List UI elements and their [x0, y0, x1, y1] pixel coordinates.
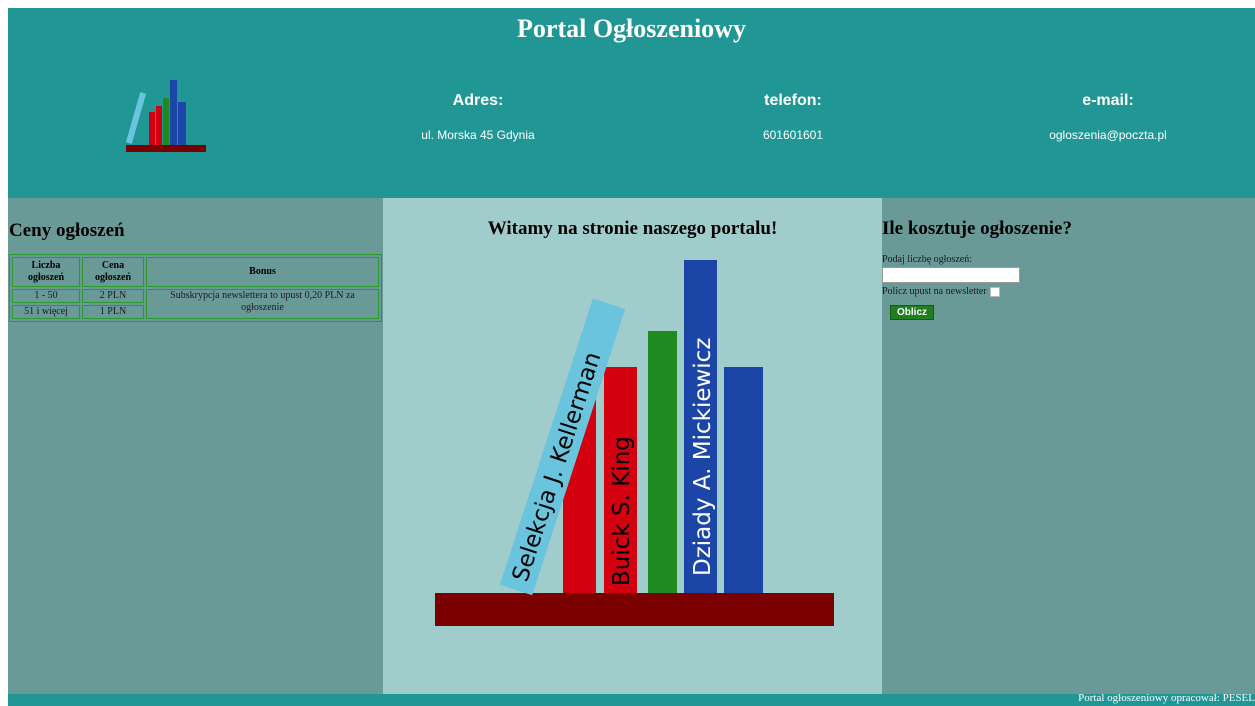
address-label: Adres: — [452, 92, 504, 109]
table-row: 1 - 50 2 PLN Subskrypcja newslettera to … — [12, 289, 379, 319]
phone-value: 601601601 — [762, 128, 824, 142]
newsletter-label: Policz upust na newsletter — [882, 286, 987, 297]
table-cell-bonus: Subskrypcja newslettera to upust 0,20 PL… — [146, 289, 379, 319]
right-column: Ile kosztuje ogłoszenie? Podaj liczbę og… — [882, 198, 1255, 694]
books-illustration: Buick S. King Dziady A. Mickiewicz Selek… — [435, 260, 834, 626]
page: Portal Ogłoszeniowy Adres: ul. Morska 45… — [8, 8, 1255, 706]
welcome-title: Witamy na stronie naszego portalu! — [487, 218, 778, 239]
table-header: Cena ogłoszeń — [82, 257, 144, 287]
contact-phone: telefon: 601601601 — [713, 92, 873, 142]
table-cell: 51 i więcej — [12, 305, 80, 319]
calculator-form: Podaj liczbę ogłoszeń: Policz upust na n… — [882, 254, 1020, 320]
book-blue-plain — [724, 367, 763, 593]
calculator-title: Ile kosztuje ogłoszenie? — [882, 218, 1072, 239]
table-cell: 1 - 50 — [12, 289, 80, 303]
book-dziady-title: Dziady A. Mickiewicz — [690, 338, 716, 576]
address-value: ul. Morska 45 Gdynia — [421, 128, 535, 142]
table-header-row: Liczba ogłoszeń Cena ogłoszeń Bonus — [12, 257, 379, 287]
count-input[interactable] — [882, 267, 1020, 283]
logo — [125, 80, 206, 152]
site-title: Portal Ogłoszeniowy — [517, 14, 746, 43]
shelf — [435, 593, 834, 626]
header: Portal Ogłoszeniowy Adres: ul. Morska 45… — [8, 8, 1255, 198]
center-column: Buick S. King Dziady A. Mickiewicz Selek… — [383, 198, 882, 694]
table-cell: 1 PLN — [82, 305, 144, 319]
contact-address: Adres: ul. Morska 45 Gdynia — [398, 92, 558, 142]
table-cell: 2 PLN — [82, 289, 144, 303]
book-buick: Buick S. King — [604, 367, 637, 593]
footer-text: Portal ogłoszeniowy opracował: PESEL — [1078, 692, 1255, 704]
contact-email: e-mail: ogloszenia@poczta.pl — [1008, 92, 1208, 142]
left-column: Ceny ogłoszeń Liczba ogłoszeń Cena ogłos… — [8, 198, 383, 694]
phone-label: telefon: — [764, 92, 822, 109]
prices-title: Ceny ogłoszeń — [9, 220, 125, 241]
newsletter-row: Policz upust na newsletter — [882, 286, 1020, 297]
table-header: Liczba ogłoszeń — [12, 257, 80, 287]
newsletter-checkbox[interactable] — [989, 286, 1000, 297]
book-green — [648, 331, 677, 593]
calculate-button[interactable]: Oblicz — [890, 305, 935, 320]
count-label: Podaj liczbę ogłoszeń: — [882, 254, 972, 265]
book-dziady: Dziady A. Mickiewicz — [684, 260, 717, 593]
email-value: ogloszenia@poczta.pl — [1049, 128, 1167, 142]
table-header: Bonus — [146, 257, 379, 287]
email-label: e-mail: — [1082, 92, 1134, 109]
price-table: Liczba ogłoszeń Cena ogłoszeń Bonus 1 - … — [9, 254, 382, 322]
footer: Portal ogłoszeniowy opracował: PESEL — [8, 692, 1255, 706]
book-buick-title: Buick S. King — [609, 436, 635, 586]
